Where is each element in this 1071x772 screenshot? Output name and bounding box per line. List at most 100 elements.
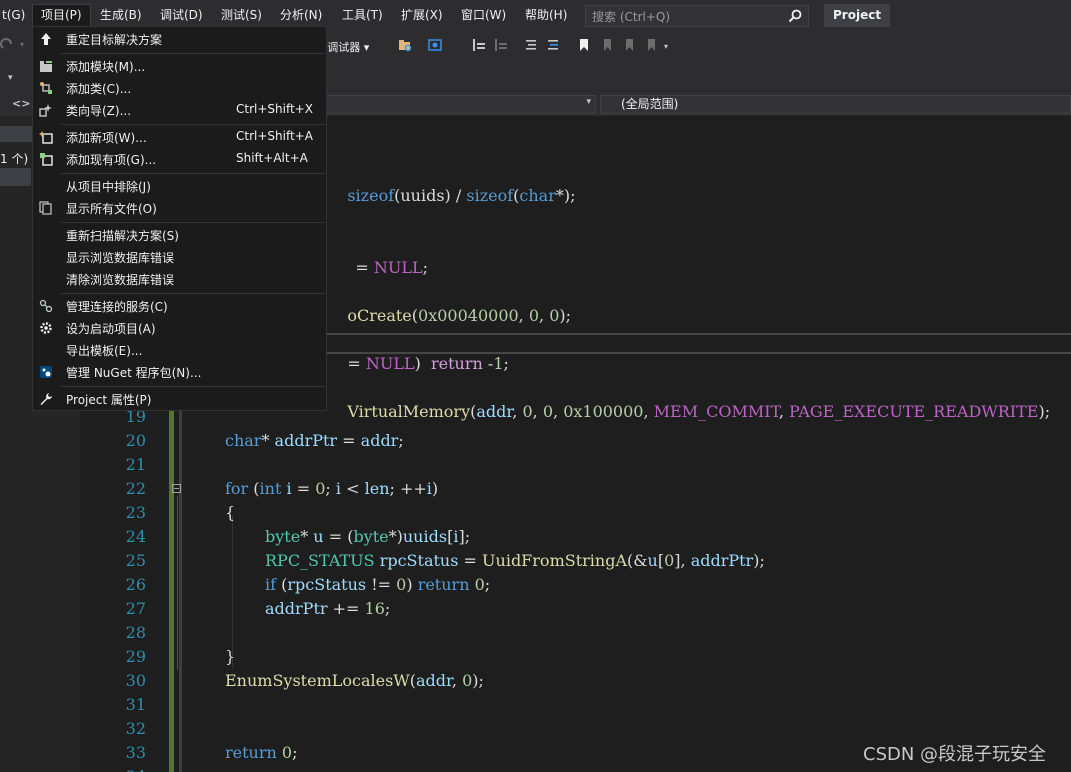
menu-extensions[interactable]: 扩展(X) bbox=[393, 5, 451, 26]
menu-item-label: 类向导(Z)... bbox=[66, 104, 132, 118]
dropdown-arrow-icon[interactable]: ▾ bbox=[8, 73, 13, 83]
line-number: 20 bbox=[125, 431, 146, 450]
arrow-up-icon bbox=[41, 33, 51, 45]
menu-add-class[interactable]: 添加类(C)... bbox=[33, 77, 326, 99]
menu-manage-nuget[interactable]: 管理 NuGet 程序包(N)... bbox=[33, 361, 326, 383]
show-all-files-icon bbox=[39, 201, 52, 215]
menu-show-all-files[interactable]: 显示所有文件(O) bbox=[33, 197, 326, 219]
line-number: 31 bbox=[125, 695, 146, 714]
code-line-27: addrPtr += 16; bbox=[265, 599, 391, 618]
bookmark-clear-icon[interactable] bbox=[644, 38, 658, 52]
menu-item-label: Project 属性(P) bbox=[66, 393, 152, 407]
bookmark-prev-icon[interactable] bbox=[600, 38, 614, 52]
outline-collapse-line bbox=[177, 496, 178, 670]
code-line-partial-1: sizeof(uuids) / sizeof(char*); bbox=[347, 186, 576, 205]
line-number: 21 bbox=[125, 455, 146, 474]
menu-separator bbox=[61, 173, 325, 174]
step-into-icon[interactable] bbox=[494, 38, 508, 52]
step-over-icon[interactable] bbox=[472, 38, 486, 52]
gear-icon bbox=[40, 322, 52, 334]
redo-dropdown-icon[interactable]: ▾ bbox=[20, 40, 24, 49]
search-input[interactable]: 搜索 (Ctrl+Q) bbox=[585, 5, 809, 27]
indent-guide bbox=[232, 516, 234, 668]
line-number: 30 bbox=[125, 671, 146, 690]
line-number: 26 bbox=[125, 575, 146, 594]
new-item-icon bbox=[39, 131, 53, 144]
line-number: 24 bbox=[125, 527, 146, 546]
menu-show-browse-db-errors[interactable]: 显示浏览数据库错误 bbox=[33, 246, 326, 268]
menu-item-label: 管理连接的服务(C) bbox=[66, 300, 168, 314]
redo-icon[interactable] bbox=[0, 38, 14, 52]
class-wizard-icon bbox=[39, 104, 52, 117]
menu-class-wizard[interactable]: 类向导(Z)... Ctrl+Shift+X bbox=[33, 99, 326, 121]
menu-item-label: 显示浏览数据库错误 bbox=[66, 251, 175, 265]
menu-add-module[interactable]: 添加模块(M)... bbox=[33, 55, 326, 77]
code-line-23: { bbox=[225, 503, 236, 522]
menu-item-label: 导出模板(E)... bbox=[66, 344, 143, 358]
bookmark-next-icon[interactable] bbox=[622, 38, 636, 52]
solution-item-count: 1 个) bbox=[0, 152, 29, 166]
menu-clear-browse-db-errors[interactable]: 清除浏览数据库错误 bbox=[33, 268, 326, 290]
menu-item-label: 添加新项(W)... bbox=[66, 131, 147, 145]
menu-item-label: 设为启动项目(A) bbox=[66, 322, 156, 336]
menu-manage-connected-services[interactable]: 管理连接的服务(C) bbox=[33, 295, 326, 317]
menu-debug[interactable]: 调试(D) bbox=[152, 5, 211, 26]
connected-services-icon bbox=[39, 299, 53, 313]
line-number: 34 bbox=[116, 767, 146, 772]
folder-search-icon[interactable] bbox=[398, 38, 412, 52]
screenshot-icon[interactable] bbox=[428, 38, 442, 52]
menu-rescan-solution[interactable]: 重新扫描解决方案(S) bbox=[33, 224, 326, 246]
search-icon bbox=[788, 9, 802, 23]
line-number: 22 bbox=[125, 479, 146, 498]
bookmark-icon[interactable] bbox=[577, 38, 591, 52]
menu-item-label: 添加类(C)... bbox=[66, 82, 132, 96]
menu-separator bbox=[61, 386, 325, 387]
menu-item-label: 从项目中排除(J) bbox=[66, 180, 151, 194]
selected-tree-item[interactable] bbox=[0, 168, 31, 186]
code-line-30: EnumSystemLocalesW(addr, 0); bbox=[225, 671, 484, 690]
solution-name-badge[interactable]: Project bbox=[824, 4, 891, 27]
line-number: 25 bbox=[125, 551, 146, 570]
menu-add-new-item[interactable]: 添加新项(W)... Ctrl+Shift+A bbox=[33, 126, 326, 148]
menu-separator bbox=[61, 53, 325, 54]
menu-tools[interactable]: 工具(T) bbox=[334, 5, 391, 26]
menu-build[interactable]: 生成(B) bbox=[92, 5, 150, 26]
code-line-24: byte* u = (byte*)uuids[i]; bbox=[265, 527, 471, 546]
menu-git[interactable]: t(G) bbox=[0, 5, 33, 26]
collapse-icon[interactable] bbox=[172, 484, 181, 493]
menu-exclude-from-project[interactable]: 从项目中排除(J) bbox=[33, 175, 326, 197]
menu-set-startup-project[interactable]: 设为启动项目(A) bbox=[33, 317, 326, 339]
class-icon bbox=[40, 82, 52, 94]
toolbar-overflow-icon[interactable]: ▾ bbox=[664, 42, 668, 51]
comment-icon[interactable] bbox=[524, 38, 538, 52]
code-view-icon[interactable]: <> bbox=[12, 97, 30, 110]
nuget-icon bbox=[40, 366, 52, 378]
menu-analyze[interactable]: 分析(N) bbox=[272, 5, 330, 26]
code-line-29: } bbox=[225, 647, 236, 666]
code-line-25: RPC_STATUS rpcStatus = UuidFromStringA(&… bbox=[265, 551, 765, 570]
menu-item-label: 重定目标解决方案 bbox=[66, 33, 163, 47]
menu-item-label: 重新扫描解决方案(S) bbox=[66, 229, 179, 243]
menu-help[interactable]: 帮助(H) bbox=[517, 5, 575, 26]
menu-add-existing-item[interactable]: 添加现有项(G)... Shift+Alt+A bbox=[33, 148, 326, 170]
code-line-33: return 0; bbox=[225, 743, 298, 762]
menu-item-label: 清除浏览数据库错误 bbox=[66, 273, 175, 287]
menu-export-template[interactable]: 导出模板(E)... bbox=[33, 339, 326, 361]
line-number: 33 bbox=[125, 743, 146, 762]
menu-test[interactable]: 测试(S) bbox=[213, 5, 270, 26]
menu-window[interactable]: 窗口(W) bbox=[453, 5, 514, 26]
line-number: 32 bbox=[125, 719, 146, 738]
menu-item-label: 显示所有文件(O) bbox=[66, 202, 157, 216]
global-scope-dropdown[interactable]: (全局范围) bbox=[600, 95, 1071, 114]
code-line-22: for (int i = 0; i < len; ++i) bbox=[225, 479, 439, 498]
uncomment-icon[interactable] bbox=[546, 38, 560, 52]
menu-project-properties[interactable]: Project 属性(P) bbox=[33, 388, 326, 410]
existing-item-icon bbox=[40, 153, 53, 166]
menu-item-shortcut: Ctrl+Shift+X bbox=[236, 102, 313, 116]
menu-retarget-solution[interactable]: 重定目标解决方案 bbox=[33, 28, 326, 50]
menu-item-shortcut: Ctrl+Shift+A bbox=[236, 129, 313, 143]
code-line-20: char* addrPtr = addr; bbox=[225, 431, 404, 450]
line-number: 28 bbox=[125, 623, 146, 642]
code-line-26: if (rpcStatus != 0) return 0; bbox=[265, 575, 491, 594]
menu-item-label: 添加模块(M)... bbox=[66, 60, 146, 74]
